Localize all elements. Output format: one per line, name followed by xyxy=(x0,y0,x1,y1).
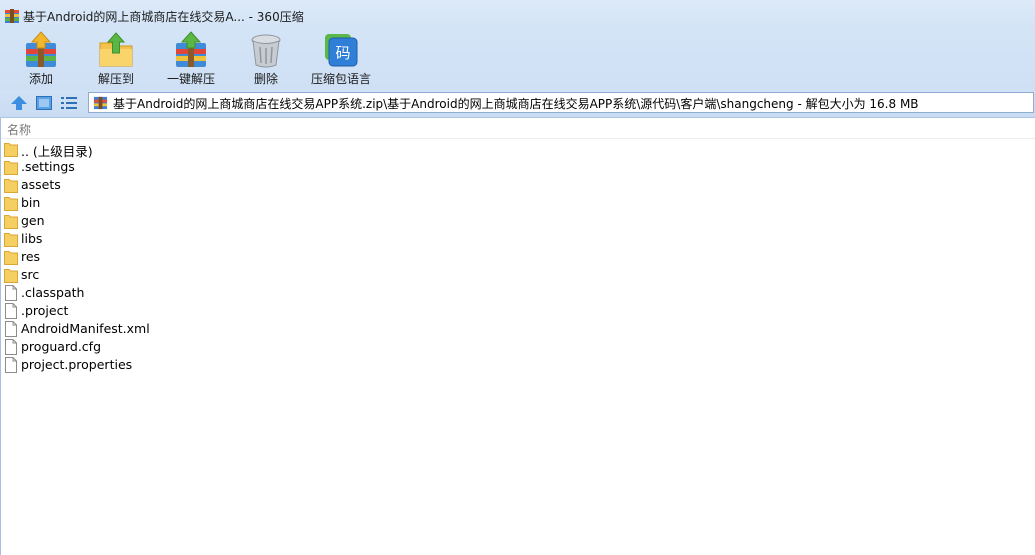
one-click-extract-icon xyxy=(176,31,206,67)
item-name: AndroidManifest.xml xyxy=(21,321,150,336)
file-row[interactable]: AndroidManifest.xml xyxy=(0,320,1035,338)
zip-file-icon xyxy=(93,96,108,110)
item-name: assets xyxy=(21,177,61,192)
item-name: bin xyxy=(21,195,41,210)
add-button[interactable]: 添加 xyxy=(6,30,76,90)
item-name: .settings xyxy=(21,159,75,174)
encoding-icon-text: 码 xyxy=(335,44,350,62)
file-row[interactable]: proguard.cfg xyxy=(0,338,1035,356)
file-row[interactable]: project.properties xyxy=(0,356,1035,374)
file-icon xyxy=(5,321,17,337)
column-header: 名称 xyxy=(1,118,1035,139)
item-name: .project xyxy=(21,303,69,318)
folder-icon xyxy=(4,197,18,211)
folder-icon xyxy=(4,251,18,265)
folder-row[interactable]: bin xyxy=(0,194,1035,212)
trash-icon xyxy=(251,34,281,68)
file-icon xyxy=(5,303,17,319)
folder-icon xyxy=(4,143,18,157)
file-icon xyxy=(5,339,17,355)
item-name: project.properties xyxy=(21,357,133,372)
folder-icon xyxy=(4,233,18,247)
delete-label: 删除 xyxy=(253,72,278,86)
extract-to-button[interactable]: 解压到 xyxy=(81,30,151,90)
one-click-extract-label: 一键解压 xyxy=(166,72,215,86)
file-row[interactable]: .classpath xyxy=(0,284,1035,302)
column-name-header[interactable]: 名称 xyxy=(7,121,31,138)
window-title: 基于Android的网上商城商店在线交易A... - 360压缩 xyxy=(23,10,304,24)
title-bar: 基于Android的网上商城商店在线交易A... - 360压缩 xyxy=(0,0,1035,30)
folder-row[interactable]: .. (上级目录) xyxy=(0,140,1035,159)
folder-row[interactable]: libs xyxy=(0,230,1035,248)
item-name: gen xyxy=(21,213,45,228)
address-bar: 基于Android的网上商城商店在线交易APP系统.zip\基于Android的… xyxy=(0,90,1035,118)
address-field[interactable]: 基于Android的网上商城商店在线交易APP系统.zip\基于Android的… xyxy=(88,92,1034,113)
extract-folder-icon xyxy=(99,32,133,67)
delete-button[interactable]: 删除 xyxy=(231,30,301,90)
folder-icon xyxy=(4,215,18,229)
folder-icon xyxy=(4,161,18,175)
item-name: proguard.cfg xyxy=(21,339,101,354)
folder-row[interactable]: src xyxy=(0,266,1035,284)
add-label: 添加 xyxy=(28,72,53,86)
address-path: 基于Android的网上商城商店在线交易APP系统.zip\基于Android的… xyxy=(113,97,919,111)
folder-row[interactable]: res xyxy=(0,248,1035,266)
archive-app-icon xyxy=(5,9,19,23)
one-click-extract-button[interactable]: 一键解压 xyxy=(156,30,226,90)
folder-row[interactable]: assets xyxy=(0,176,1035,194)
archive-language-label: 压缩包语言 xyxy=(310,72,371,86)
list-view-icon[interactable] xyxy=(60,95,78,111)
folder-icon xyxy=(4,269,18,283)
item-name: src xyxy=(21,267,40,282)
file-icon xyxy=(5,285,17,301)
item-name: .classpath xyxy=(21,285,85,300)
add-archive-icon xyxy=(26,31,56,67)
file-list: .. (上级目录) .settings assets bin gen libs res src… xyxy=(0,140,1035,374)
file-row[interactable]: .project xyxy=(0,302,1035,320)
folder-row[interactable]: .settings xyxy=(0,158,1035,176)
encoding-icon: 码 xyxy=(325,34,358,67)
archive-language-button[interactable]: 码 压缩包语言 xyxy=(306,30,376,90)
large-icon-view-icon[interactable] xyxy=(35,95,53,111)
file-icon xyxy=(5,357,17,373)
extract-to-label: 解压到 xyxy=(97,72,134,86)
up-arrow-icon[interactable] xyxy=(10,95,28,111)
folder-row[interactable]: gen xyxy=(0,212,1035,230)
item-name: res xyxy=(21,249,41,264)
item-name: libs xyxy=(21,231,43,246)
toolbar: 添加 解压到 一键解压 删除 码 压缩包语言 xyxy=(0,30,1035,90)
folder-icon xyxy=(4,179,18,193)
